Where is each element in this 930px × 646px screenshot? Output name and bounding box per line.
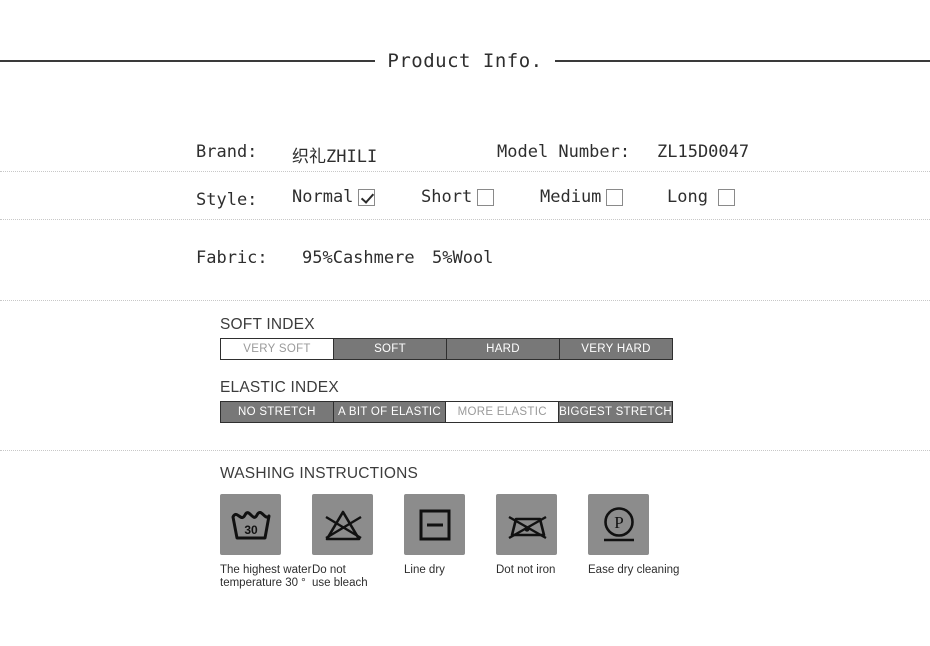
- washing-caption-dry-cleaning: Ease dry cleaning: [588, 564, 680, 576]
- soft-index-cell-hard[interactable]: HARD: [447, 339, 560, 359]
- line-dry-icon-box: [404, 494, 465, 555]
- elastic-index-cell-a-bit-of-elastic[interactable]: A BIT OF ELASTIC: [333, 402, 447, 422]
- separator-1: [0, 171, 930, 172]
- style-option-medium-label: Medium: [540, 187, 602, 207]
- washing-item-no-bleach: Do not use bleach: [312, 494, 373, 589]
- model-number-label: Model Number:: [497, 142, 631, 162]
- do-not-iron-icon: [507, 515, 547, 539]
- washing-item-no-iron: Dot not iron: [496, 494, 557, 589]
- washing-caption-max-temperature: The highest water temperature 30 °: [220, 564, 312, 589]
- washing-caption-no-iron: Dot not iron: [496, 564, 556, 576]
- style-option-normal-checkbox[interactable]: [358, 188, 376, 206]
- style-option-long-label: Long: [667, 187, 708, 207]
- fabric-value-cashmere: 95%Cashmere: [302, 248, 415, 268]
- gentle-dry-clean-p-icon: P: [603, 506, 634, 541]
- washing-item-line-dry: Line dry: [404, 494, 465, 589]
- elastic-index-cell-biggest-stretch[interactable]: BIGGEST STRETCH: [559, 402, 672, 422]
- style-option-normal[interactable]: Normal: [292, 187, 376, 207]
- soft-index-cell-very-soft[interactable]: VERY SOFT: [221, 339, 334, 359]
- header-rule-left: [0, 60, 376, 62]
- style-option-medium-checkbox[interactable]: [606, 188, 624, 206]
- elastic-index-bar: NO STRETCH A BIT OF ELASTIC MORE ELASTIC…: [220, 401, 673, 423]
- dry-clean-symbol-text: P: [614, 513, 623, 532]
- washing-caption-line-dry: Line dry: [404, 564, 445, 576]
- soft-index-title: SOFT INDEX: [220, 316, 315, 333]
- elastic-index-cell-more-elastic[interactable]: MORE ELASTIC: [446, 402, 560, 422]
- fabric-value-wool: 5%Wool: [432, 248, 494, 268]
- product-info-page: Product Info. Brand: 织礼ZHILI Model Numbe…: [0, 0, 930, 646]
- brand-value: 织礼ZHILI: [292, 147, 378, 167]
- style-option-normal-label: Normal: [292, 187, 354, 207]
- page-header: Product Info.: [0, 50, 930, 72]
- elastic-index-cell-no-stretch[interactable]: NO STRETCH: [221, 402, 334, 422]
- wash-tub-temperature-text: 30: [244, 523, 258, 537]
- gentle-dry-clean-p-icon-box: P: [588, 494, 649, 555]
- wash-tub-30-icon-box: 30: [220, 494, 281, 555]
- separator-3: [0, 300, 930, 301]
- page-title: Product Info.: [387, 50, 543, 72]
- washing-item-max-temperature: 30 The highest water temperature 30 °: [220, 494, 311, 589]
- do-not-iron-icon-box: [496, 494, 557, 555]
- washing-caption-no-bleach: Do not use bleach: [312, 564, 368, 589]
- soft-index-cell-very-hard[interactable]: VERY HARD: [560, 339, 672, 359]
- style-option-long[interactable]: Long: [667, 187, 735, 207]
- soft-index-bar: VERY SOFT SOFT HARD VERY HARD: [220, 338, 673, 360]
- elastic-index-title: ELASTIC INDEX: [220, 379, 339, 396]
- style-option-short-checkbox[interactable]: [477, 188, 495, 206]
- fabric-label: Fabric:: [196, 248, 268, 268]
- elastic-index-section: ELASTIC INDEX NO STRETCH A BIT OF ELASTI…: [220, 379, 673, 423]
- style-option-medium[interactable]: Medium: [540, 187, 624, 207]
- separator-2: [0, 219, 930, 220]
- style-option-long-checkbox[interactable]: [717, 188, 735, 206]
- header-rule-right: [554, 60, 930, 62]
- washing-item-dry-cleaning: P Ease dry cleaning: [588, 494, 679, 589]
- model-number-value: ZL15D0047: [657, 142, 750, 162]
- soft-index-section: SOFT INDEX VERY SOFT SOFT HARD VERY HARD: [220, 316, 673, 360]
- washing-instructions-section: WASHING INSTRUCTIONS 30 The highest wate…: [220, 465, 679, 589]
- washing-instructions-title: WASHING INSTRUCTIONS: [220, 465, 419, 482]
- line-dry-icon: [419, 509, 450, 540]
- separator-4: [0, 450, 930, 451]
- style-option-short[interactable]: Short: [421, 187, 495, 207]
- style-label: Style:: [196, 190, 258, 210]
- do-not-bleach-icon-box: [312, 494, 373, 555]
- wash-tub-30-icon: 30: [231, 510, 270, 539]
- washing-icon-list: 30 The highest water temperature 30 ° Do…: [220, 494, 679, 589]
- brand-label: Brand:: [196, 142, 258, 162]
- style-option-short-label: Short: [421, 187, 473, 207]
- do-not-bleach-icon: [324, 510, 362, 540]
- soft-index-cell-soft[interactable]: SOFT: [334, 339, 447, 359]
